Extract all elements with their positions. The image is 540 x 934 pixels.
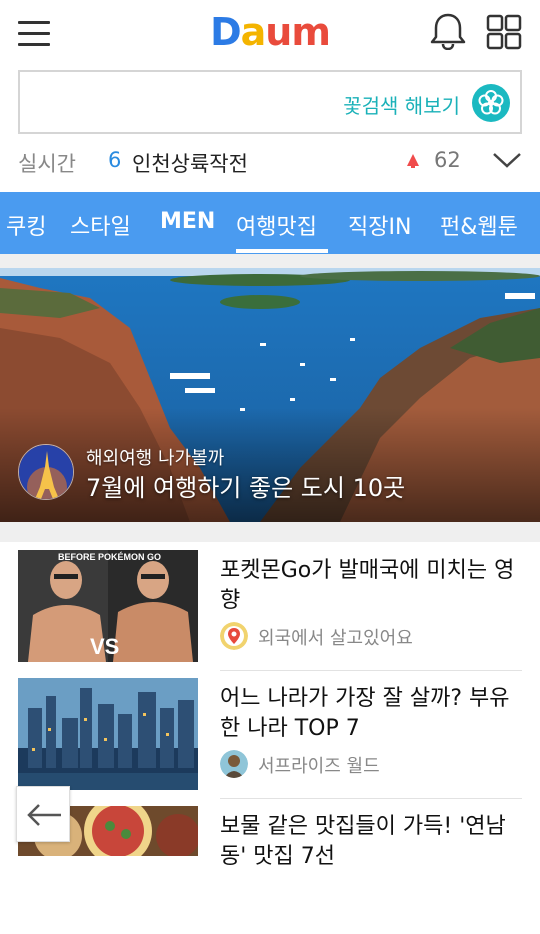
logo-letter: D (210, 10, 242, 54)
logo-letter: u (265, 10, 292, 54)
tab-work[interactable]: 직장IN (348, 209, 411, 241)
source-avatar (220, 750, 248, 778)
search-input[interactable]: 꽃검색 해보기 (18, 70, 522, 134)
user-avatar-icon (220, 750, 248, 778)
article-divider (220, 798, 522, 799)
article-title[interactable]: 보물 같은 맛집들이 가득! '연남동' 맛집 7선 (220, 812, 520, 872)
map-pin-icon (220, 622, 248, 650)
article-thumbnail (18, 678, 198, 790)
logo-letter: a (240, 10, 267, 54)
article-divider (220, 670, 522, 671)
article-thumbnail: BEFORE POKÉMON GO VS (18, 550, 198, 662)
tab-men[interactable]: MEN (160, 209, 215, 234)
article-title[interactable]: 포켓몬Go가 발매국에 미치는 영향 (220, 556, 520, 616)
eiffel-tower-icon (19, 445, 73, 499)
source-avatar (220, 622, 248, 650)
realtime-ranking[interactable]: 실시간 6 인천상륙작전 62 (0, 140, 540, 186)
bell-icon[interactable] (430, 12, 466, 50)
arrow-left-icon (27, 804, 61, 826)
search-placeholder: 꽃검색 해보기 (343, 94, 460, 118)
category-tabs: 쿠킹 스타일 MEN 여행맛집 직장IN 펀&웹툰 (0, 192, 540, 254)
back-button[interactable] (16, 786, 70, 842)
hero-source-avatar (18, 444, 74, 500)
city-skyline-thumbnail (18, 678, 198, 790)
grid-icon[interactable] (486, 14, 522, 50)
tab-cooking[interactable]: 쿠킹 (6, 209, 46, 241)
realtime-label: 실시간 (18, 152, 76, 176)
thumbnail-caption: BEFORE POKÉMON GO (58, 552, 162, 562)
realtime-rank: 6 (108, 148, 122, 172)
logo-letter: m (291, 10, 331, 54)
thumbnail-badge: VS (90, 634, 120, 659)
hero-card[interactable]: 해외여행 나가볼까 7월에 여행하기 좋은 도시 10곳 (0, 268, 540, 522)
article-item[interactable]: 어느 나라가 가장 잘 살까? 부유한 나라 TOP 7 서프라이즈 월드 (0, 678, 540, 806)
realtime-count: 62 (434, 148, 461, 172)
article-item[interactable]: 보물 같은 맛집들이 가득! '연남동' 맛집 7선 (0, 806, 540, 934)
source-name: 외국에서 살고있어요 (258, 628, 413, 649)
section-divider (0, 522, 540, 542)
article-item[interactable]: BEFORE POKÉMON GO VS 포켓몬Go가 발매국에 미치는 영향 … (0, 550, 540, 678)
article-title[interactable]: 어느 나라가 가장 잘 살까? 부유한 나라 TOP 7 (220, 684, 520, 744)
flower-search-button[interactable] (472, 84, 510, 122)
hero-category: 해외여행 나가볼까 (86, 448, 225, 469)
app-header: Daum (0, 0, 540, 66)
tab-travel-food[interactable]: 여행맛집 (236, 209, 317, 241)
active-tab-indicator (236, 249, 328, 253)
chevron-down-icon[interactable] (492, 150, 522, 170)
tab-style[interactable]: 스타일 (70, 209, 131, 241)
hero-title[interactable]: 7월에 여행하기 좋은 도시 10곳 (86, 468, 405, 503)
source-name: 서프라이즈 월드 (258, 756, 380, 777)
tab-fun-webtoon[interactable]: 펀&웹툰 (440, 209, 518, 241)
section-divider (0, 254, 540, 268)
flower-icon (478, 90, 504, 115)
realtime-term[interactable]: 인천상륙작전 (132, 148, 248, 178)
trend-up-stem (411, 164, 415, 168)
